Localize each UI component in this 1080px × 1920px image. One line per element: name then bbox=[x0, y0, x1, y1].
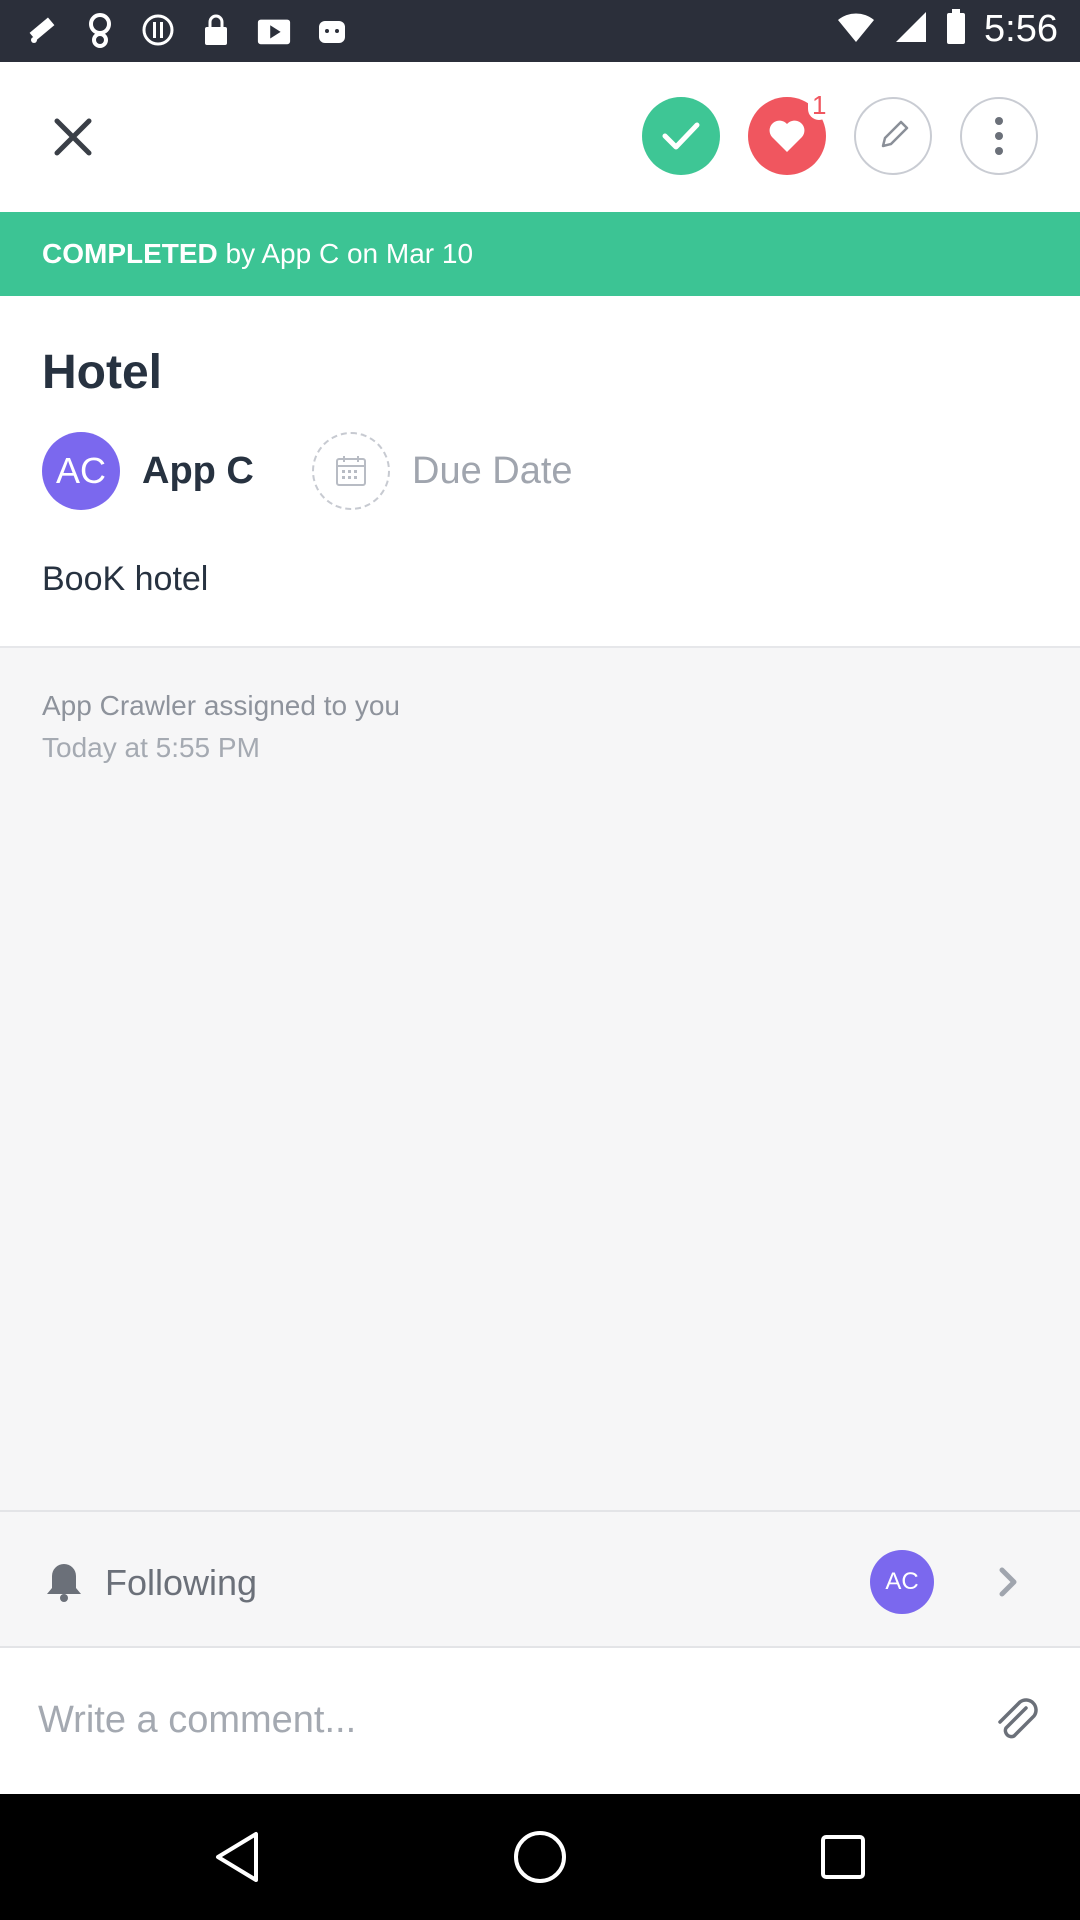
lock-icon bbox=[198, 12, 234, 48]
status-time: 5:56 bbox=[984, 8, 1058, 50]
task-toolbar: 1 bbox=[0, 62, 1080, 212]
paperclip-icon[interactable] bbox=[990, 1694, 1044, 1748]
recents-button[interactable] bbox=[810, 1824, 876, 1890]
completed-banner: COMPLETED by App C on Mar 10 bbox=[0, 212, 1080, 296]
wifi-icon bbox=[836, 10, 876, 49]
data-saver-icon bbox=[140, 12, 176, 48]
activity-feed: App Crawler assigned to you Today at 5:5… bbox=[0, 646, 1080, 1510]
followers-bar[interactable]: Following AC bbox=[0, 1510, 1080, 1648]
comment-bar bbox=[0, 1648, 1080, 1794]
more-options-button[interactable] bbox=[960, 97, 1038, 175]
due-date-button[interactable] bbox=[312, 432, 390, 510]
play-store-icon bbox=[256, 12, 292, 48]
fake-gps-icon bbox=[24, 12, 60, 48]
comment-input[interactable] bbox=[38, 1684, 938, 1756]
task-description[interactable]: BooK hotel bbox=[42, 560, 208, 599]
heart-icon bbox=[769, 120, 805, 152]
edit-button[interactable] bbox=[854, 97, 932, 175]
signal-icon bbox=[894, 10, 928, 49]
assignee-row: AC App C Due Date bbox=[42, 432, 1042, 510]
status-icons bbox=[24, 12, 350, 48]
system-nav-bar bbox=[0, 1794, 1080, 1920]
battery-icon bbox=[946, 9, 966, 50]
due-date-label[interactable]: Due Date bbox=[412, 450, 573, 493]
home-button[interactable] bbox=[507, 1824, 573, 1890]
mark-complete-button[interactable] bbox=[642, 97, 720, 175]
android-icon bbox=[314, 12, 350, 48]
completed-detail: by App C on Mar 10 bbox=[217, 238, 474, 269]
assignee-name[interactable]: App C bbox=[142, 450, 254, 493]
status-bar: 5:56 bbox=[0, 0, 1080, 62]
task-title[interactable]: Hotel bbox=[42, 345, 162, 400]
chevron-right-icon[interactable] bbox=[990, 1562, 1026, 1602]
back-button[interactable] bbox=[204, 1824, 270, 1890]
activity-item-time: Today at 5:55 PM bbox=[42, 732, 260, 763]
back-triangle-icon bbox=[216, 1832, 258, 1882]
location-pin-icon bbox=[82, 12, 118, 48]
close-icon bbox=[54, 118, 92, 156]
pencil-icon bbox=[881, 120, 909, 148]
assignee-avatar[interactable]: AC bbox=[42, 432, 120, 510]
check-icon bbox=[662, 122, 700, 150]
home-circle-icon bbox=[514, 1831, 566, 1883]
close-button[interactable] bbox=[38, 102, 108, 172]
following-label[interactable]: Following bbox=[105, 1562, 257, 1604]
calendar-icon bbox=[336, 456, 366, 486]
follower-avatar[interactable]: AC bbox=[870, 1550, 934, 1614]
more-vertical-icon bbox=[995, 117, 1003, 155]
like-count-badge: 1 bbox=[808, 90, 831, 120]
completed-status: COMPLETED bbox=[42, 238, 218, 269]
status-right: 5:56 bbox=[836, 8, 1058, 51]
activity-item-text: App Crawler assigned to you bbox=[42, 690, 400, 721]
recents-square-icon bbox=[821, 1835, 865, 1879]
bell-icon bbox=[47, 1564, 81, 1602]
